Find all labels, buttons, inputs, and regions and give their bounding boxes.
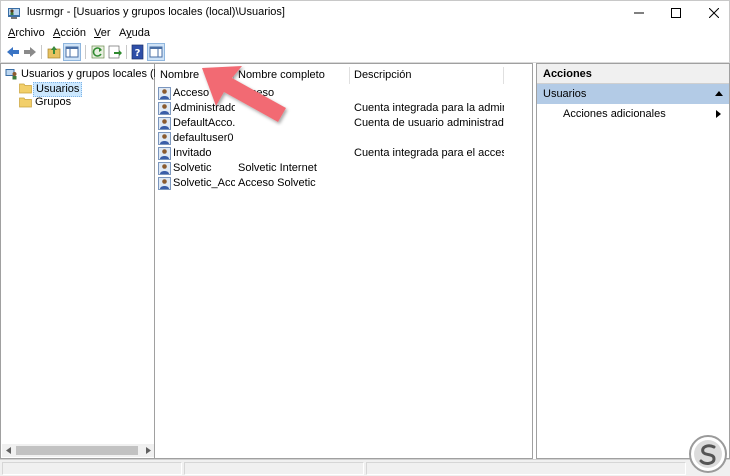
cell-descripcion: Cuenta integrada para la administ... bbox=[354, 102, 504, 114]
help-icon[interactable]: ? bbox=[130, 44, 146, 60]
cell-nombre: defaultuser0 bbox=[173, 132, 234, 144]
window-title: lusrmgr - [Usuarios y grupos locales (lo… bbox=[27, 6, 285, 18]
menu-ver-rest: er bbox=[100, 27, 111, 39]
title-bar: lusrmgr - [Usuarios y grupos locales (lo… bbox=[0, 0, 730, 24]
user-icon bbox=[158, 102, 171, 115]
status-segment bbox=[184, 462, 364, 475]
app-icon bbox=[8, 8, 20, 19]
column-header-nombre[interactable]: Nombre bbox=[155, 67, 233, 85]
toolbar: ? bbox=[0, 42, 730, 63]
submenu-arrow-icon[interactable] bbox=[716, 110, 721, 118]
cell-nombre: Acceso bbox=[173, 87, 210, 99]
logo-watermark-icon bbox=[689, 435, 727, 473]
cell-nombre: Solvetic_Acc... bbox=[173, 177, 235, 189]
user-icon bbox=[158, 177, 171, 190]
menu-ayuda[interactable]: Ayuda bbox=[119, 27, 150, 39]
user-icon bbox=[158, 147, 171, 160]
toolbar-separator bbox=[41, 45, 42, 59]
forward-arrow-icon[interactable] bbox=[22, 44, 38, 60]
user-icon bbox=[158, 162, 171, 175]
menu-accion[interactable]: Acción bbox=[53, 27, 86, 39]
cell-nombre: Administrador bbox=[173, 102, 235, 114]
computer-users-icon bbox=[5, 69, 17, 80]
tree-item-grupos[interactable]: Grupos bbox=[1, 95, 154, 110]
scroll-thumb[interactable] bbox=[16, 446, 138, 455]
menu-bar: Archivo Acción Ver Ayuda bbox=[0, 24, 730, 42]
cell-nombre-completo: Acceso Solvetic bbox=[238, 177, 316, 189]
table-row[interactable]: Solvetic_Acc...Acceso Solvetic bbox=[155, 176, 531, 191]
actions-section-usuarios[interactable]: Usuarios bbox=[537, 84, 729, 104]
menu-archivo[interactable]: Archivo bbox=[8, 27, 45, 39]
menu-ver-accel: V bbox=[94, 27, 101, 39]
action-acciones-adicionales[interactable]: Acciones adicionales bbox=[563, 107, 666, 122]
tree-item-grupos-label: Grupos bbox=[35, 96, 72, 108]
actions-header: Acciones bbox=[537, 64, 729, 84]
cell-nombre: Solvetic bbox=[173, 162, 212, 174]
tree-item-usuarios[interactable]: Usuarios bbox=[1, 81, 154, 97]
column-separator[interactable] bbox=[503, 67, 504, 84]
folder-icon bbox=[19, 97, 32, 108]
toolbar-separator bbox=[85, 45, 86, 59]
table-row[interactable]: defaultuser0 bbox=[155, 131, 531, 146]
menu-archivo-rest: rchivo bbox=[15, 27, 45, 39]
refresh-icon[interactable] bbox=[90, 44, 106, 60]
scroll-right-button[interactable] bbox=[141, 444, 154, 457]
cell-descripcion: Cuenta de usuario administrada p... bbox=[354, 117, 504, 129]
scroll-left-button[interactable] bbox=[2, 444, 15, 457]
scroll-right-icon bbox=[145, 447, 151, 454]
console-tree: Usuarios y grupos locales (local) Usuari… bbox=[0, 63, 180, 459]
status-bar bbox=[0, 459, 730, 476]
status-segment bbox=[2, 462, 182, 475]
up-folder-icon[interactable] bbox=[46, 44, 62, 60]
menu-ayuda-rest: uda bbox=[131, 27, 150, 39]
close-icon bbox=[709, 8, 719, 18]
cell-nombre: DefaultAcco... bbox=[173, 117, 235, 129]
user-icon bbox=[158, 132, 171, 145]
table-row[interactable]: Acceso Acceso bbox=[155, 86, 531, 101]
close-button[interactable] bbox=[691, 1, 730, 25]
actions-section-label: Usuarios bbox=[543, 88, 587, 100]
status-segment bbox=[366, 462, 686, 475]
user-icon bbox=[158, 87, 171, 100]
back-arrow-icon[interactable] bbox=[5, 44, 21, 60]
tree-horizontal-scrollbar[interactable] bbox=[2, 444, 154, 457]
collapse-icon[interactable] bbox=[715, 91, 723, 96]
toolbar-separator bbox=[126, 45, 127, 59]
folder-icon bbox=[19, 83, 32, 94]
table-row[interactable]: DefaultAcco... Cuenta de usuario administ… bbox=[155, 116, 531, 131]
user-icon bbox=[158, 117, 171, 130]
cell-nombre: Invitado bbox=[173, 147, 212, 159]
table-row[interactable]: Invitado Cuenta integrada para el acceso … bbox=[155, 146, 531, 161]
show-hide-tree-icon[interactable] bbox=[63, 43, 81, 61]
export-list-icon[interactable] bbox=[107, 44, 123, 60]
table-row[interactable]: Solvetic Solvetic Internet bbox=[155, 161, 531, 176]
svg-text:?: ? bbox=[135, 48, 141, 59]
actions-pane: Acciones Usuarios Acciones adicionales bbox=[536, 63, 730, 459]
menu-accion-rest: cción bbox=[60, 27, 87, 39]
user-list: Nombre Nombre completo Descripción Acces… bbox=[155, 63, 533, 459]
menu-ver[interactable]: Ver bbox=[94, 27, 111, 39]
tree-root[interactable]: Usuarios y grupos locales (local) bbox=[1, 67, 180, 82]
cell-nombre-completo: Acceso bbox=[238, 87, 275, 99]
show-hide-action-pane-icon[interactable] bbox=[147, 43, 165, 61]
table-row[interactable]: Administrador Cuenta integrada para la ad… bbox=[155, 101, 531, 116]
column-header-descripcion[interactable]: Descripción bbox=[349, 67, 503, 85]
column-header-nombre-completo[interactable]: Nombre completo bbox=[233, 67, 349, 85]
scroll-left-icon bbox=[5, 447, 11, 454]
cell-nombre-completo: Solvetic Internet bbox=[238, 162, 317, 174]
maximize-icon bbox=[671, 8, 681, 18]
cell-descripcion: Cuenta integrada para el acceso c... bbox=[354, 147, 504, 159]
minimize-icon bbox=[634, 12, 644, 14]
